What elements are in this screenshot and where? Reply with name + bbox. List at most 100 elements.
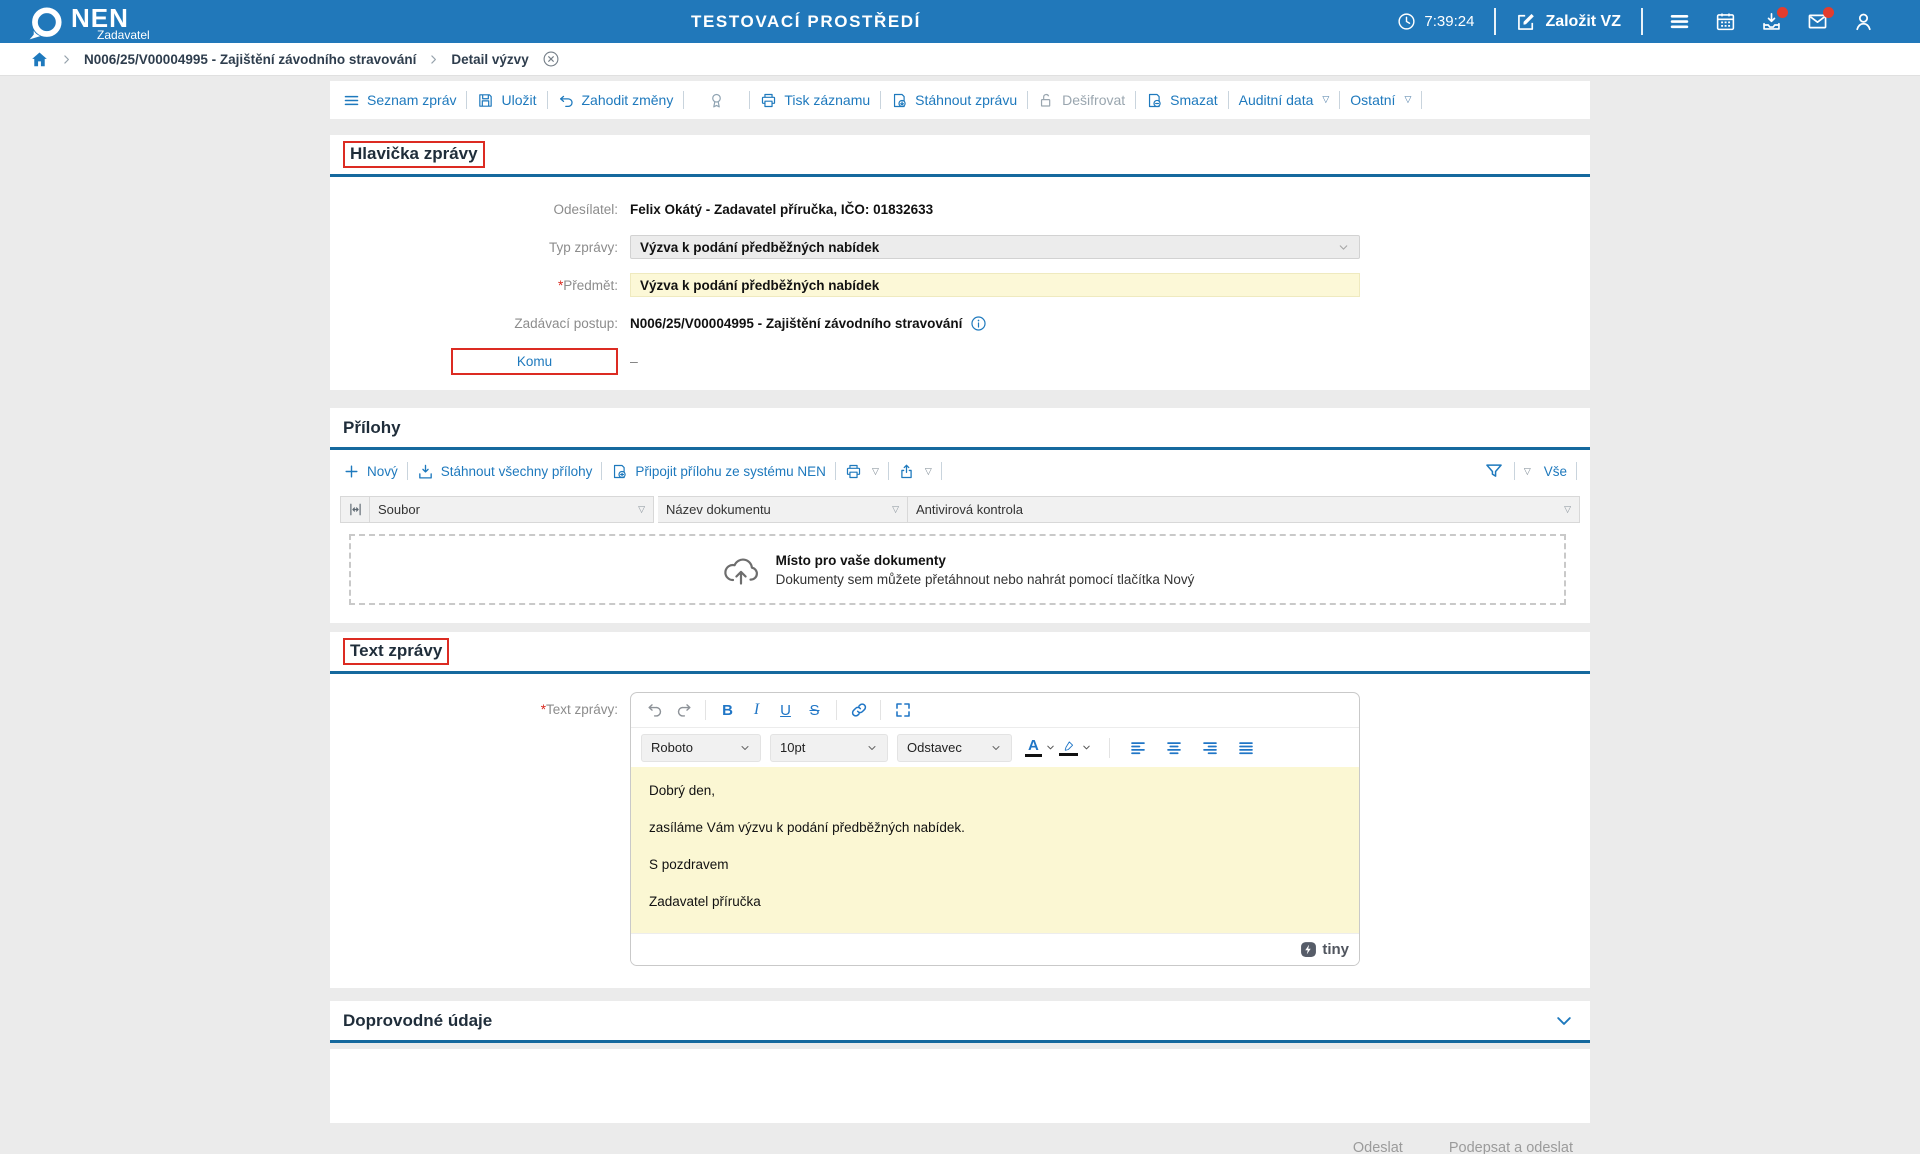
section-title-row: Hlavička zprávy <box>330 135 1590 174</box>
cloud-upload-icon <box>721 553 761 586</box>
column-header-antivirova-kontrola[interactable]: Antivirová kontrola▽ <box>908 496 1580 523</box>
ostatni-button[interactable]: Ostatní <box>1340 92 1421 108</box>
print-attachments-button[interactable] <box>836 463 888 480</box>
underline-button[interactable]: U <box>772 697 799 723</box>
komu-link[interactable]: Komu <box>517 354 552 369</box>
file-dropzone[interactable]: Místo pro vaše dokumenty Dokumenty sem m… <box>349 534 1566 605</box>
editor-content[interactable]: Dobrý den, zasíláme Vám výzvu k podání p… <box>631 767 1359 933</box>
highlight-color-button[interactable] <box>1059 740 1078 756</box>
chevron-down-icon[interactable] <box>1045 742 1056 753</box>
undo-button[interactable] <box>641 697 668 723</box>
current-time: 7:39:24 <box>1424 13 1474 30</box>
column-header-soubor[interactable]: Soubor▽ <box>370 496 654 523</box>
server-time: 7:39:24 <box>1397 12 1474 31</box>
breadcrumb-procedure[interactable]: N006/25/V00004995 - Zajištění závodního … <box>84 52 416 67</box>
printer-icon <box>845 463 862 480</box>
block-format-select[interactable]: Odstavec <box>897 734 1012 762</box>
filter-dropdown-icon[interactable]: ▽ <box>1564 504 1571 515</box>
text-color-group: A <box>1025 738 1094 757</box>
clock-icon <box>1397 12 1416 31</box>
podepsat-a-odeslat-button[interactable]: Podepsat a odeslat <box>1449 1140 1573 1154</box>
align-center-button[interactable] <box>1161 735 1188 761</box>
editor-divider <box>880 700 881 720</box>
seal-ribbon-icon <box>708 92 725 109</box>
text-zpravy-label: *Text zprávy: <box>330 692 618 966</box>
section-underline <box>330 447 1590 450</box>
italic-button[interactable]: I <box>743 697 770 723</box>
auditni-data-button[interactable]: Auditní data <box>1229 92 1340 108</box>
export-attachments-button[interactable] <box>889 463 941 480</box>
tiny-brand[interactable]: tiny <box>1322 941 1349 958</box>
editor-line: zasíláme Vám výzvu k podání předběžných … <box>649 820 1341 836</box>
downloads-button[interactable] <box>1755 11 1788 32</box>
predmet-input[interactable]: Výzva k podání předběžných nabídek <box>630 273 1360 297</box>
zalozit-vz-button[interactable]: Založit VZ <box>1516 12 1621 32</box>
redo-icon <box>675 701 693 719</box>
filter-funnel-icon[interactable] <box>1484 461 1504 481</box>
align-right-icon <box>1201 739 1219 757</box>
smazat-button[interactable]: Smazat <box>1136 92 1227 109</box>
menu-icon <box>1669 11 1690 32</box>
dropzone-text: Místo pro vaše dokumenty Dokumenty sem m… <box>776 553 1195 587</box>
insert-link-button[interactable] <box>845 697 872 723</box>
column-config-cell[interactable] <box>340 496 370 523</box>
form-row-predmet: *Předmět: Výzva k podání předběžných nab… <box>330 266 1590 304</box>
filter-dropdown-icon[interactable]: ▽ <box>638 504 645 515</box>
collapse-chevron-icon[interactable] <box>1554 1011 1574 1031</box>
odesilatel-label: Odesílatel: <box>330 202 618 217</box>
chevron-down-icon <box>739 742 751 754</box>
main-content: Seznam zpráv Uložit Zahodit změny Tisk z… <box>330 81 1590 1123</box>
font-size-select[interactable]: 10pt <box>770 734 888 762</box>
align-right-button[interactable] <box>1197 735 1224 761</box>
typ-zpravy-select[interactable]: Výzva k podání předběžných nabídek <box>630 235 1360 259</box>
text-color-button[interactable]: A <box>1025 738 1042 757</box>
editor-line: Zadavatel příručka <box>649 894 1341 910</box>
main-menu-button[interactable] <box>1663 11 1696 32</box>
bold-button[interactable]: B <box>714 697 741 723</box>
brand-role: Zadavatel <box>97 28 150 42</box>
compose-icon <box>1516 12 1536 32</box>
topbar-divider <box>1494 8 1496 35</box>
align-justify-button[interactable] <box>1233 735 1260 761</box>
zahodit-zmeny-button[interactable]: Zahodit změny <box>548 92 684 109</box>
pripojit-prilohu-button[interactable]: Připojit přílohu ze systému NEN <box>602 463 835 480</box>
message-header-section: Hlavička zprávy Odesílatel: Felix Okátý … <box>330 135 1590 390</box>
column-config-icon <box>347 501 364 518</box>
column-header-nazev-dokumentu[interactable]: Název dokumentu▽ <box>658 496 908 523</box>
stahnout-vsechny-prilohy-button[interactable]: Stáhnout všechny přílohy <box>408 463 602 480</box>
odeslat-button[interactable]: Odeslat <box>1353 1140 1403 1154</box>
strikethrough-button[interactable]: S <box>801 697 828 723</box>
section-title-row: Přílohy <box>330 408 1590 447</box>
seal-button <box>684 92 749 109</box>
breadcrumb-current[interactable]: Detail výzvy <box>451 52 528 67</box>
chevron-down-icon[interactable] <box>1081 742 1092 753</box>
novy-button[interactable]: Nový <box>343 463 407 480</box>
filter-dropdown-icon[interactable]: ▽ <box>892 504 899 515</box>
typ-zpravy-label: Typ zprávy: <box>330 240 618 255</box>
section-title: Doprovodné údaje <box>343 1011 492 1031</box>
document-attach-icon <box>611 463 628 480</box>
user-profile-button[interactable] <box>1847 11 1880 32</box>
editor-row: *Text zprávy: B I U S <box>330 674 1590 988</box>
editor-divider <box>1109 738 1110 758</box>
filter-vse-button[interactable]: Vše <box>1515 464 1576 479</box>
toolbar-divider <box>1421 91 1422 109</box>
redo-button[interactable] <box>670 697 697 723</box>
info-icon[interactable] <box>970 315 987 332</box>
align-left-button[interactable] <box>1125 735 1152 761</box>
font-family-select[interactable]: Roboto <box>641 734 761 762</box>
predmet-label: *Předmět: <box>330 278 618 293</box>
nen-logo[interactable]: NEN Zadavatel <box>28 2 150 42</box>
document-delete-icon <box>1146 92 1163 109</box>
close-tab-icon[interactable] <box>542 50 560 68</box>
fullscreen-button[interactable] <box>889 697 916 723</box>
ulozit-button[interactable]: Uložit <box>467 92 546 109</box>
tisk-zaznamu-button[interactable]: Tisk záznamu <box>750 92 880 109</box>
section-title-row: Text zprávy <box>330 632 1590 671</box>
stahnout-zpravu-button[interactable]: Stáhnout zprávu <box>881 92 1027 109</box>
seznam-zprav-button[interactable]: Seznam zpráv <box>343 92 466 109</box>
notification-badge <box>1777 7 1788 18</box>
messages-button[interactable] <box>1801 11 1834 32</box>
home-icon[interactable] <box>30 50 49 69</box>
calendar-button[interactable] <box>1709 11 1742 32</box>
